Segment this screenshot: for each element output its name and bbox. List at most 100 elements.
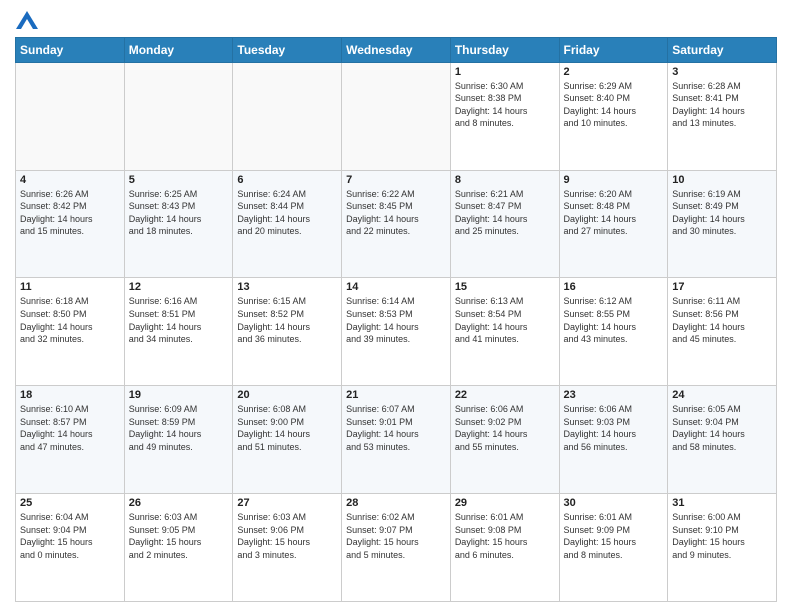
- day-info: Sunrise: 6:21 AM Sunset: 8:47 PM Dayligh…: [455, 188, 555, 238]
- logo-text: [15, 10, 38, 29]
- calendar-cell: 18 Sunrise: 6:10 AM Sunset: 8:57 PM Dayli…: [16, 386, 125, 494]
- calendar-cell: 7 Sunrise: 6:22 AM Sunset: 8:45 PM Daylig…: [342, 170, 451, 278]
- calendar-week-3: 11Sunrise: 6:18 AM Sunset: 8:50 PM Dayli…: [16, 278, 777, 386]
- day-info: Sunrise: 6:00 AM Sunset: 9:10 PM Dayligh…: [672, 511, 772, 561]
- day-number: 21: [346, 389, 446, 401]
- day-info: Sunrise: 6:28 AM Sunset: 8:41 PM Dayligh…: [672, 80, 772, 130]
- calendar-cell: 12 Sunrise: 6:16 AM Sunset: 8:51 PM Dayli…: [124, 278, 233, 386]
- calendar-cell: 5 Sunrise: 6:25 AM Sunset: 8:43 PM Daylig…: [124, 170, 233, 278]
- day-number: 31: [672, 497, 772, 509]
- day-info: Sunrise: 6:02 AM Sunset: 9:07 PM Dayligh…: [346, 511, 446, 561]
- weekday-header-saturday: Saturday: [668, 37, 777, 62]
- weekday-header-friday: Friday: [559, 37, 668, 62]
- day-info: Sunrise: 6:13 AM Sunset: 8:54 PM Dayligh…: [455, 295, 555, 345]
- calendar-cell: 24Sunrise: 6:05 AM Sunset: 9:04 PM Dayli…: [668, 386, 777, 494]
- day-info: Sunrise: 6:14 AM Sunset: 8:53 PM Dayligh…: [346, 295, 446, 345]
- weekday-header-monday: Monday: [124, 37, 233, 62]
- calendar-cell: 1 Sunrise: 6:30 AM Sunset: 8:38 PM Daylig…: [450, 62, 559, 170]
- day-info: Sunrise: 6:03 AM Sunset: 9:05 PM Dayligh…: [129, 511, 229, 561]
- calendar-cell: 22 Sunrise: 6:06 AM Sunset: 9:02 PM Dayli…: [450, 386, 559, 494]
- calendar-cell: 27 Sunrise: 6:03 AM Sunset: 9:06 PM Dayli…: [233, 494, 342, 602]
- day-number: 9: [564, 174, 664, 186]
- weekday-header-wednesday: Wednesday: [342, 37, 451, 62]
- day-number: 8: [455, 174, 555, 186]
- day-number: 27: [237, 497, 337, 509]
- day-number: 5: [129, 174, 229, 186]
- calendar-cell: [342, 62, 451, 170]
- calendar-cell: 3 Sunrise: 6:28 AM Sunset: 8:41 PM Daylig…: [668, 62, 777, 170]
- day-number: 28: [346, 497, 446, 509]
- day-number: 6: [237, 174, 337, 186]
- calendar-cell: 6 Sunrise: 6:24 AM Sunset: 8:44 PM Daylig…: [233, 170, 342, 278]
- day-info: Sunrise: 6:29 AM Sunset: 8:40 PM Dayligh…: [564, 80, 664, 130]
- calendar-week-4: 18 Sunrise: 6:10 AM Sunset: 8:57 PM Dayli…: [16, 386, 777, 494]
- day-info: Sunrise: 6:20 AM Sunset: 8:48 PM Dayligh…: [564, 188, 664, 238]
- calendar-cell: 30 Sunrise: 6:01 AM Sunset: 9:09 PM Dayli…: [559, 494, 668, 602]
- day-info: Sunrise: 6:01 AM Sunset: 9:08 PM Dayligh…: [455, 511, 555, 561]
- calendar-cell: 21 Sunrise: 6:07 AM Sunset: 9:01 PM Dayli…: [342, 386, 451, 494]
- calendar-cell: 15Sunrise: 6:13 AM Sunset: 8:54 PM Dayli…: [450, 278, 559, 386]
- calendar-cell: 11Sunrise: 6:18 AM Sunset: 8:50 PM Dayli…: [16, 278, 125, 386]
- calendar-cell: 20Sunrise: 6:08 AM Sunset: 9:00 PM Dayli…: [233, 386, 342, 494]
- day-number: 13: [237, 281, 337, 293]
- day-number: 22: [455, 389, 555, 401]
- calendar-cell: [16, 62, 125, 170]
- day-number: 10: [672, 174, 772, 186]
- day-number: 25: [20, 497, 120, 509]
- day-number: 3: [672, 66, 772, 78]
- day-info: Sunrise: 6:10 AM Sunset: 8:57 PM Dayligh…: [20, 403, 120, 453]
- calendar-cell: [233, 62, 342, 170]
- day-info: Sunrise: 6:24 AM Sunset: 8:44 PM Dayligh…: [237, 188, 337, 238]
- calendar-cell: 2 Sunrise: 6:29 AM Sunset: 8:40 PM Daylig…: [559, 62, 668, 170]
- weekday-header-sunday: Sunday: [16, 37, 125, 62]
- day-info: Sunrise: 6:06 AM Sunset: 9:02 PM Dayligh…: [455, 403, 555, 453]
- day-number: 29: [455, 497, 555, 509]
- logo: [15, 10, 38, 29]
- calendar-week-1: 1 Sunrise: 6:30 AM Sunset: 8:38 PM Daylig…: [16, 62, 777, 170]
- day-info: Sunrise: 6:16 AM Sunset: 8:51 PM Dayligh…: [129, 295, 229, 345]
- day-number: 2: [564, 66, 664, 78]
- day-info: Sunrise: 6:12 AM Sunset: 8:55 PM Dayligh…: [564, 295, 664, 345]
- calendar-cell: 9 Sunrise: 6:20 AM Sunset: 8:48 PM Daylig…: [559, 170, 668, 278]
- day-number: 18: [20, 389, 120, 401]
- day-number: 4: [20, 174, 120, 186]
- calendar-cell: 8 Sunrise: 6:21 AM Sunset: 8:47 PM Daylig…: [450, 170, 559, 278]
- calendar-cell: 14 Sunrise: 6:14 AM Sunset: 8:53 PM Dayli…: [342, 278, 451, 386]
- day-number: 16: [564, 281, 664, 293]
- day-number: 14: [346, 281, 446, 293]
- calendar-cell: 17Sunrise: 6:11 AM Sunset: 8:56 PM Dayli…: [668, 278, 777, 386]
- weekday-header-tuesday: Tuesday: [233, 37, 342, 62]
- calendar-cell: 29 Sunrise: 6:01 AM Sunset: 9:08 PM Dayli…: [450, 494, 559, 602]
- day-number: 12: [129, 281, 229, 293]
- calendar-cell: 23Sunrise: 6:06 AM Sunset: 9:03 PM Dayli…: [559, 386, 668, 494]
- calendar-table: SundayMondayTuesdayWednesdayThursdayFrid…: [15, 37, 777, 602]
- calendar-cell: [124, 62, 233, 170]
- calendar-cell: 25Sunrise: 6:04 AM Sunset: 9:04 PM Dayli…: [16, 494, 125, 602]
- day-info: Sunrise: 6:19 AM Sunset: 8:49 PM Dayligh…: [672, 188, 772, 238]
- day-number: 7: [346, 174, 446, 186]
- day-info: Sunrise: 6:18 AM Sunset: 8:50 PM Dayligh…: [20, 295, 120, 345]
- day-info: Sunrise: 6:11 AM Sunset: 8:56 PM Dayligh…: [672, 295, 772, 345]
- day-info: Sunrise: 6:22 AM Sunset: 8:45 PM Dayligh…: [346, 188, 446, 238]
- calendar-cell: 28 Sunrise: 6:02 AM Sunset: 9:07 PM Dayli…: [342, 494, 451, 602]
- day-info: Sunrise: 6:03 AM Sunset: 9:06 PM Dayligh…: [237, 511, 337, 561]
- day-number: 23: [564, 389, 664, 401]
- calendar-cell: 31 Sunrise: 6:00 AM Sunset: 9:10 PM Dayli…: [668, 494, 777, 602]
- day-number: 26: [129, 497, 229, 509]
- day-info: Sunrise: 6:09 AM Sunset: 8:59 PM Dayligh…: [129, 403, 229, 453]
- day-info: Sunrise: 6:07 AM Sunset: 9:01 PM Dayligh…: [346, 403, 446, 453]
- calendar-cell: 26 Sunrise: 6:03 AM Sunset: 9:05 PM Dayli…: [124, 494, 233, 602]
- day-info: Sunrise: 6:05 AM Sunset: 9:04 PM Dayligh…: [672, 403, 772, 453]
- day-info: Sunrise: 6:25 AM Sunset: 8:43 PM Dayligh…: [129, 188, 229, 238]
- day-number: 20: [237, 389, 337, 401]
- day-number: 1: [455, 66, 555, 78]
- calendar-cell: 16 Sunrise: 6:12 AM Sunset: 8:55 PM Dayli…: [559, 278, 668, 386]
- day-number: 30: [564, 497, 664, 509]
- calendar-cell: 13Sunrise: 6:15 AM Sunset: 8:52 PM Dayli…: [233, 278, 342, 386]
- weekday-header-row: SundayMondayTuesdayWednesdayThursdayFrid…: [16, 37, 777, 62]
- calendar-cell: 4 Sunrise: 6:26 AM Sunset: 8:42 PM Daylig…: [16, 170, 125, 278]
- day-info: Sunrise: 6:30 AM Sunset: 8:38 PM Dayligh…: [455, 80, 555, 130]
- day-info: Sunrise: 6:01 AM Sunset: 9:09 PM Dayligh…: [564, 511, 664, 561]
- page: SundayMondayTuesdayWednesdayThursdayFrid…: [0, 0, 792, 612]
- day-info: Sunrise: 6:26 AM Sunset: 8:42 PM Dayligh…: [20, 188, 120, 238]
